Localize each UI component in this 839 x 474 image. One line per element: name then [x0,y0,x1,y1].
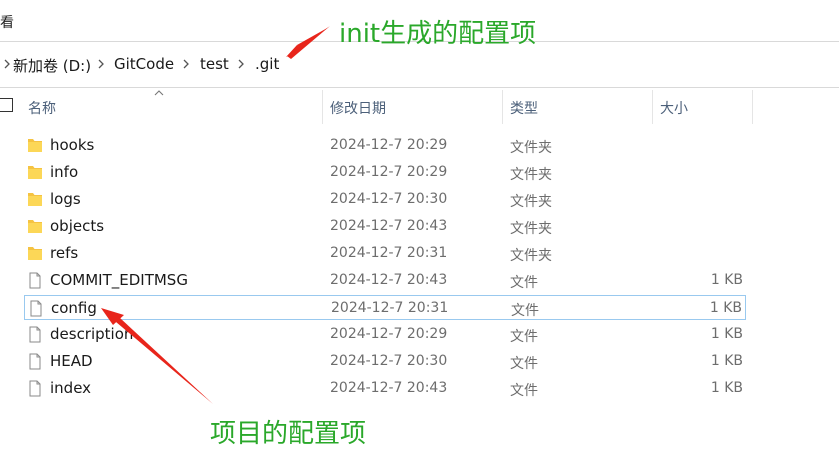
file-icon [29,326,41,343]
sort-ascending-icon[interactable] [154,90,164,96]
file-name[interactable]: index [50,379,91,397]
file-size: 1 KB [709,300,742,316]
file-type: 文件 [510,275,538,291]
file-type: 文件夹 [510,194,552,210]
chevron-right-icon[interactable] [2,57,12,71]
file-row-description[interactable]: description 2024-12-7 20:29 文件 1 KB [24,322,746,347]
folder-icon [28,220,42,233]
file-row-config[interactable]: config 2024-12-7 20:31 文件 1 KB [24,295,746,320]
chevron-right-icon[interactable] [236,57,246,71]
breadcrumb-gitcode[interactable]: GitCode [114,55,174,73]
column-divider[interactable] [322,90,323,124]
file-size: 1 KB [710,353,743,369]
breadcrumb-drive[interactable]: 新加卷 (D:) [13,55,91,76]
file-type: 文件 [510,356,538,372]
file-name[interactable]: objects [50,217,104,235]
file-modified: 2024-12-7 20:31 [330,245,448,261]
column-divider[interactable] [652,90,653,124]
file-type: 文件夹 [510,221,552,237]
file-name[interactable]: config [51,299,97,317]
breadcrumb-test[interactable]: test [200,55,229,73]
file-size: 1 KB [710,326,743,342]
view-menu-fragment[interactable]: 看 [0,12,14,32]
breadcrumb-git[interactable]: .git [255,55,279,73]
folder-icon [28,247,42,260]
file-name[interactable]: HEAD [50,352,93,370]
file-row-logs[interactable]: logs 2024-12-7 20:30 文件夹 [24,187,746,212]
file-icon [29,272,41,289]
init-annotation-label: init生成的配置项 [339,19,537,49]
file-type: 文件 [510,383,538,399]
file-name[interactable]: COMMIT_EDITMSG [50,271,188,289]
column-header-name[interactable]: 名称 [28,98,56,118]
project-annotation-label: 项目的配置项 [210,419,367,449]
file-size: 1 KB [710,380,743,396]
file-row-commit-editmsg[interactable]: COMMIT_EDITMSG 2024-12-7 20:43 文件 1 KB [24,268,746,293]
file-icon [29,380,41,397]
file-modified: 2024-12-7 20:43 [330,218,448,234]
column-header-size[interactable]: 大小 [660,98,688,118]
folder-icon [28,166,42,179]
column-divider[interactable] [752,90,753,124]
file-modified: 2024-12-7 20:30 [330,191,448,207]
chevron-right-icon[interactable] [181,57,191,71]
file-name[interactable]: refs [50,244,78,262]
file-row-objects[interactable]: objects 2024-12-7 20:43 文件夹 [24,214,746,239]
file-name[interactable]: logs [50,190,81,208]
file-modified: 2024-12-7 20:29 [330,137,448,153]
file-modified: 2024-12-7 20:29 [330,326,448,342]
file-type: 文件夹 [510,167,552,183]
file-row-refs[interactable]: refs 2024-12-7 20:31 文件夹 [24,241,746,266]
file-row-index[interactable]: index 2024-12-7 20:43 文件 1 KB [24,376,746,401]
folder-icon [28,193,42,206]
file-modified: 2024-12-7 20:43 [330,272,448,288]
chevron-right-icon[interactable] [96,57,106,71]
file-row-info[interactable]: info 2024-12-7 20:29 文件夹 [24,160,746,185]
file-icon [29,353,41,370]
file-name[interactable]: description [50,325,133,343]
file-row-head[interactable]: HEAD 2024-12-7 20:30 文件 1 KB [24,349,746,374]
file-type: 文件 [510,329,538,345]
file-modified: 2024-12-7 20:30 [330,353,448,369]
file-type: 文件夹 [510,140,552,156]
column-header-modified[interactable]: 修改日期 [330,98,386,118]
file-type: 文件 [511,303,539,319]
file-modified: 2024-12-7 20:43 [330,380,448,396]
folder-icon [28,139,42,152]
file-icon [30,300,42,317]
file-type: 文件夹 [510,248,552,264]
select-all-checkbox[interactable] [0,98,13,112]
file-modified: 2024-12-7 20:31 [331,300,449,316]
file-modified: 2024-12-7 20:29 [330,164,448,180]
column-divider[interactable] [502,90,503,124]
file-row-hooks[interactable]: hooks 2024-12-7 20:29 文件夹 [24,133,746,158]
file-name[interactable]: info [50,163,78,181]
column-header-type[interactable]: 类型 [510,98,538,118]
file-size: 1 KB [710,272,743,288]
file-name[interactable]: hooks [50,136,94,154]
